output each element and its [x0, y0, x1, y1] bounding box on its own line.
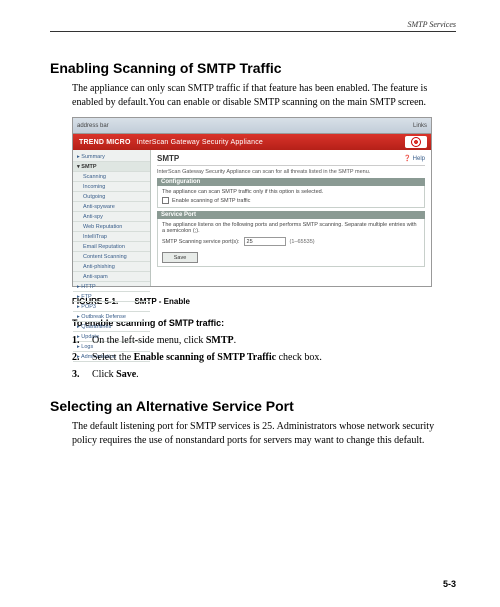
main-panel: SMTP ❓ Help InterScan Gateway Security A… — [151, 150, 431, 286]
configuration-section: The appliance can scan SMTP traffic only… — [157, 186, 425, 208]
panel-title: SMTP — [157, 154, 179, 163]
service-port-note: The appliance listens on the following p… — [162, 222, 420, 234]
sidebar-item-ftp[interactable]: ▸ FTP — [73, 292, 150, 302]
save-button[interactable]: Save — [162, 252, 198, 263]
enable-smtp-checkbox[interactable] — [162, 197, 169, 204]
sidebar-item-email-reputation[interactable]: Email Reputation — [73, 242, 150, 252]
sidebar-item-anti-spy[interactable]: Anti-spy — [73, 212, 150, 222]
brand-name: TREND MICRO — [79, 139, 131, 146]
browser-toolbar: address bar Links — [73, 118, 431, 134]
section2-paragraph: The default listening port for SMTP serv… — [72, 420, 456, 447]
enable-smtp-label: Enable scanning of SMTP traffic — [172, 198, 250, 204]
service-port-bar: Service Port — [157, 211, 425, 219]
configuration-bar: Configuration — [157, 178, 425, 186]
sidebar-item-pop3[interactable]: ▸ POP3 — [73, 302, 150, 312]
sidebar-item-content-scanning[interactable]: Content Scanning — [73, 252, 150, 262]
port-label: SMTP Scanning service port(s): — [162, 239, 240, 245]
sidebar-item-http[interactable]: ▸ HTTP — [73, 282, 150, 292]
section1-paragraph: The appliance can only scan SMTP traffic… — [72, 82, 456, 109]
sidebar-item-summary[interactable]: ▸ Summary — [73, 152, 150, 162]
product-name: InterScan Gateway Security Appliance — [137, 139, 263, 146]
links-label: Links — [413, 123, 427, 129]
section2-title: Selecting an Alternative Service Port — [50, 398, 456, 414]
sidebar-item-incoming[interactable]: Incoming — [73, 182, 150, 192]
service-port-section: The appliance listens on the following p… — [157, 219, 425, 267]
step-2: Select the Enable scanning of SMTP Traff… — [72, 351, 456, 365]
sidebar-nav: ▸ Summary▾ SMTPScanningIncomingOutgoingA… — [73, 150, 151, 286]
page-number: 5-3 — [443, 579, 456, 589]
screenshot-figure: address bar Links TREND MICRO InterScan … — [72, 117, 456, 287]
panel-description: InterScan Gateway Security Appliance can… — [157, 169, 425, 175]
running-header: SMTP Services — [50, 20, 456, 29]
sidebar-item-outgoing[interactable]: Outgoing — [73, 192, 150, 202]
sidebar-item-intellitrap[interactable]: IntelliTrap — [73, 232, 150, 242]
sidebar-item-outbreak-defense[interactable]: ▸ Outbreak Defense — [73, 312, 150, 322]
sidebar-item-anti-spam[interactable]: Anti-spam — [73, 272, 150, 282]
section1-title: Enabling Scanning of SMTP Traffic — [50, 60, 456, 76]
app-window: address bar Links TREND MICRO InterScan … — [72, 117, 432, 287]
help-link[interactable]: ❓ Help — [404, 155, 425, 162]
sidebar-item-quarantines[interactable]: ▸ Quarantines — [73, 322, 150, 332]
procedure-steps: On the left-side menu, click SMTP. Selec… — [72, 334, 456, 382]
address-bar-placeholder: address bar — [77, 123, 109, 129]
sidebar-item-scanning[interactable]: Scanning — [73, 172, 150, 182]
config-note: The appliance can scan SMTP traffic only… — [162, 189, 420, 195]
sidebar-item-web-reputation[interactable]: Web Reputation — [73, 222, 150, 232]
step-1: On the left-side menu, click SMTP. — [72, 334, 456, 348]
port-range-hint: (1–65535) — [290, 239, 315, 245]
step-3: Click Save. — [72, 368, 456, 382]
port-input[interactable]: 25 — [244, 237, 286, 246]
sidebar-item-anti-phishing[interactable]: Anti-phishing — [73, 262, 150, 272]
brand-bar: TREND MICRO InterScan Gateway Security A… — [73, 134, 431, 150]
sidebar-item-anti-spyware[interactable]: Anti-spyware — [73, 202, 150, 212]
header-rule — [50, 31, 456, 32]
brand-logo — [405, 136, 427, 148]
sidebar-item-smtp[interactable]: ▾ SMTP — [73, 162, 150, 172]
